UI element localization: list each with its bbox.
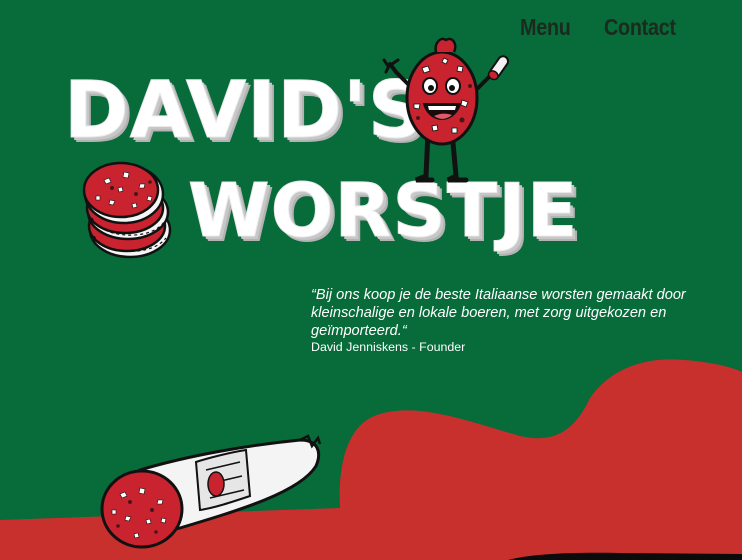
quote-author: David Jenniskens - Founder <box>311 340 466 354</box>
salami-sausage-illustration <box>100 434 322 549</box>
founder-quote: “Bij ons koop je de beste Italiaanse wor… <box>311 287 686 339</box>
landing-page: Menu Contact DAVID'S WORSTJE “Bij ons ko… <box>0 0 742 560</box>
